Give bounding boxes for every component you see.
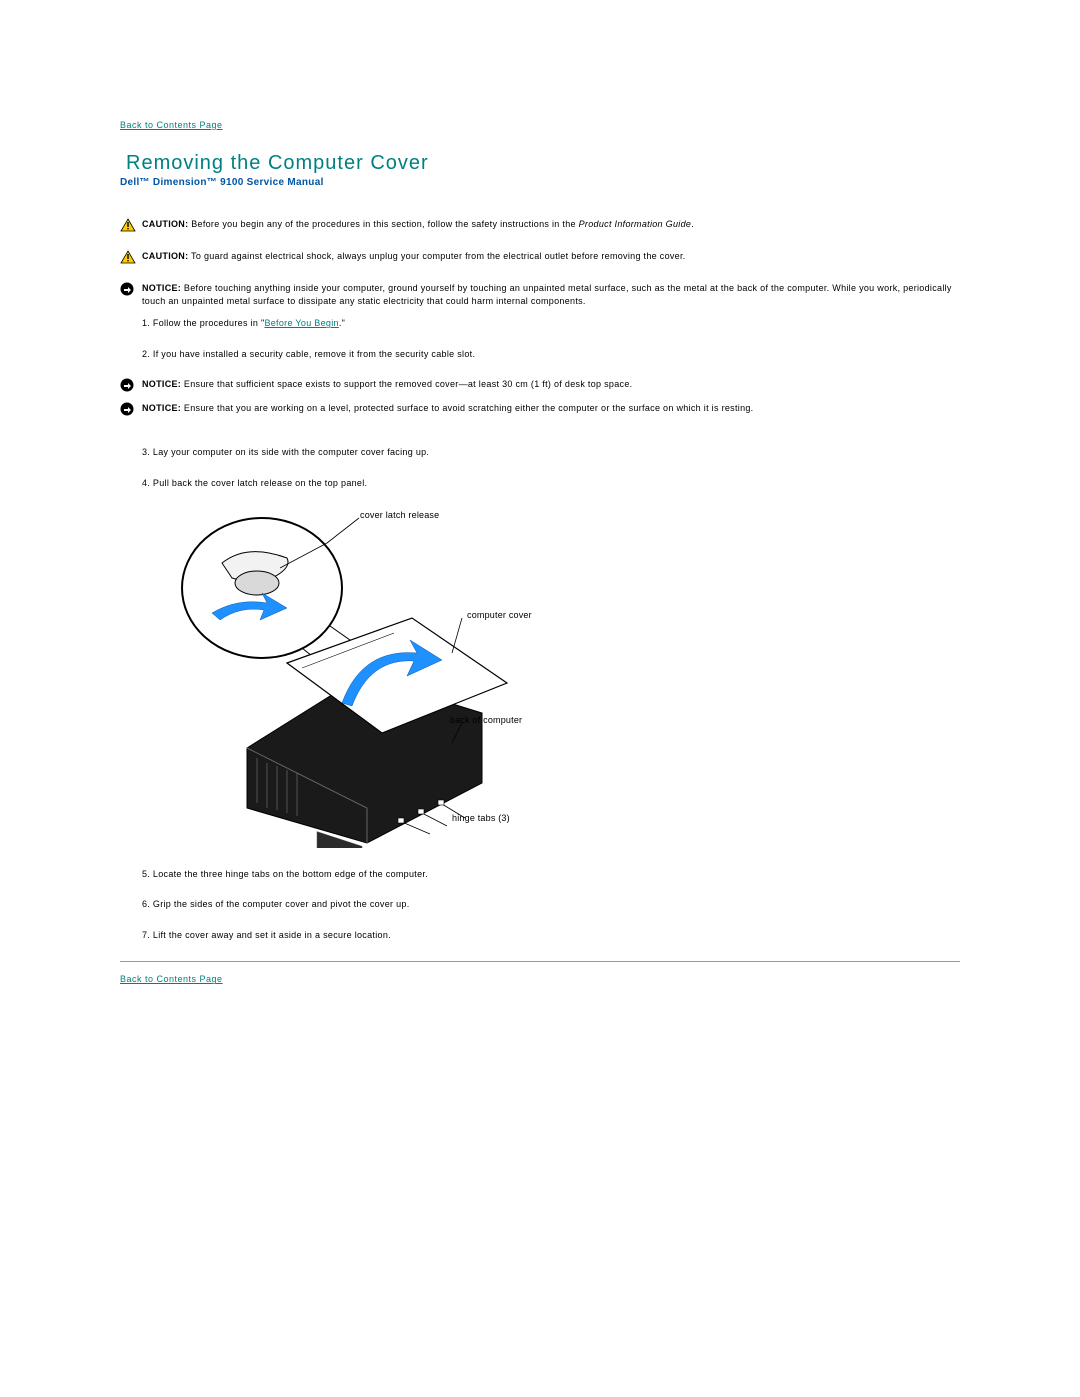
notice-text-3: NOTICE: Ensure that you are working on a… — [142, 402, 960, 415]
steps-list-cont2: 5. Locate the three hinge tabs on the bo… — [120, 868, 960, 942]
step-4: 4. Pull back the cover latch release on … — [142, 477, 960, 490]
step-5: 5. Locate the three hinge tabs on the bo… — [142, 868, 960, 881]
label-back-of-computer: back of computer — [450, 715, 522, 725]
notice-row-1: NOTICE: Before touching anything inside … — [120, 282, 960, 307]
caution-label: CAUTION: — [142, 251, 188, 261]
cover-removal-diagram: cover latch release computer cover back … — [152, 508, 652, 848]
back-to-contents-link-bottom[interactable]: Back to Contents Page — [120, 974, 223, 984]
label-hinge-tabs: hinge tabs (3) — [452, 813, 510, 823]
notice-icon — [120, 378, 138, 392]
step1-before: 1. Follow the procedures in " — [142, 318, 264, 328]
step-1: 1. Follow the procedures in "Before You … — [142, 317, 960, 330]
notice-label: NOTICE: — [142, 403, 181, 413]
page-title: Removing the Computer Cover — [126, 152, 960, 175]
notice3-text: Ensure that you are working on a level, … — [181, 403, 753, 413]
label-computer-cover: computer cover — [467, 610, 532, 620]
caution-row-2: CAUTION: To guard against electrical sho… — [120, 250, 960, 264]
caution-row-1: CAUTION: Before you begin any of the pro… — [120, 218, 960, 232]
step-3: 3. Lay your computer on its side with th… — [142, 446, 960, 459]
notice2-text: Ensure that sufficient space exists to s… — [181, 379, 632, 389]
caution-icon — [120, 250, 138, 264]
notice-icon — [120, 282, 138, 296]
label-cover-latch: cover latch release — [360, 510, 439, 520]
notice-label: NOTICE: — [142, 283, 181, 293]
caution-text-2: CAUTION: To guard against electrical sho… — [142, 250, 960, 263]
notice-row-2: NOTICE: Ensure that sufficient space exi… — [120, 378, 960, 392]
back-to-contents-link-top[interactable]: Back to Contents Page — [120, 120, 223, 130]
steps-list: 1. Follow the procedures in "Before You … — [120, 317, 960, 360]
manual-subtitle: Dell™ Dimension™ 9100 Service Manual — [120, 177, 960, 188]
notice-icon — [120, 402, 138, 416]
step-7: 7. Lift the cover away and set it aside … — [142, 929, 960, 942]
caution-italic: Product Information Guide — [579, 219, 692, 229]
before-you-begin-link[interactable]: Before You Begin — [264, 318, 338, 328]
divider — [120, 961, 960, 962]
notice-text-1: NOTICE: Before touching anything inside … — [142, 282, 960, 307]
caution-label: CAUTION: — [142, 219, 188, 229]
caution-icon — [120, 218, 138, 232]
notice-label: NOTICE: — [142, 379, 181, 389]
diagram-svg — [152, 508, 652, 848]
notice1-text: Before touching anything inside your com… — [142, 283, 952, 306]
caution-text-before: Before you begin any of the procedures i… — [188, 219, 578, 229]
steps-list-cont1: 3. Lay your computer on its side with th… — [120, 446, 960, 489]
caution2-text: To guard against electrical shock, alway… — [188, 251, 685, 261]
notice-text-2: NOTICE: Ensure that sufficient space exi… — [142, 378, 960, 391]
step-6: 6. Grip the sides of the computer cover … — [142, 898, 960, 911]
caution-text-1: CAUTION: Before you begin any of the pro… — [142, 218, 960, 231]
step-2: 2. If you have installed a security cabl… — [142, 348, 960, 361]
step1-after: ." — [339, 318, 345, 328]
notice-row-3: NOTICE: Ensure that you are working on a… — [120, 402, 960, 416]
caution-text-after: . — [691, 219, 694, 229]
